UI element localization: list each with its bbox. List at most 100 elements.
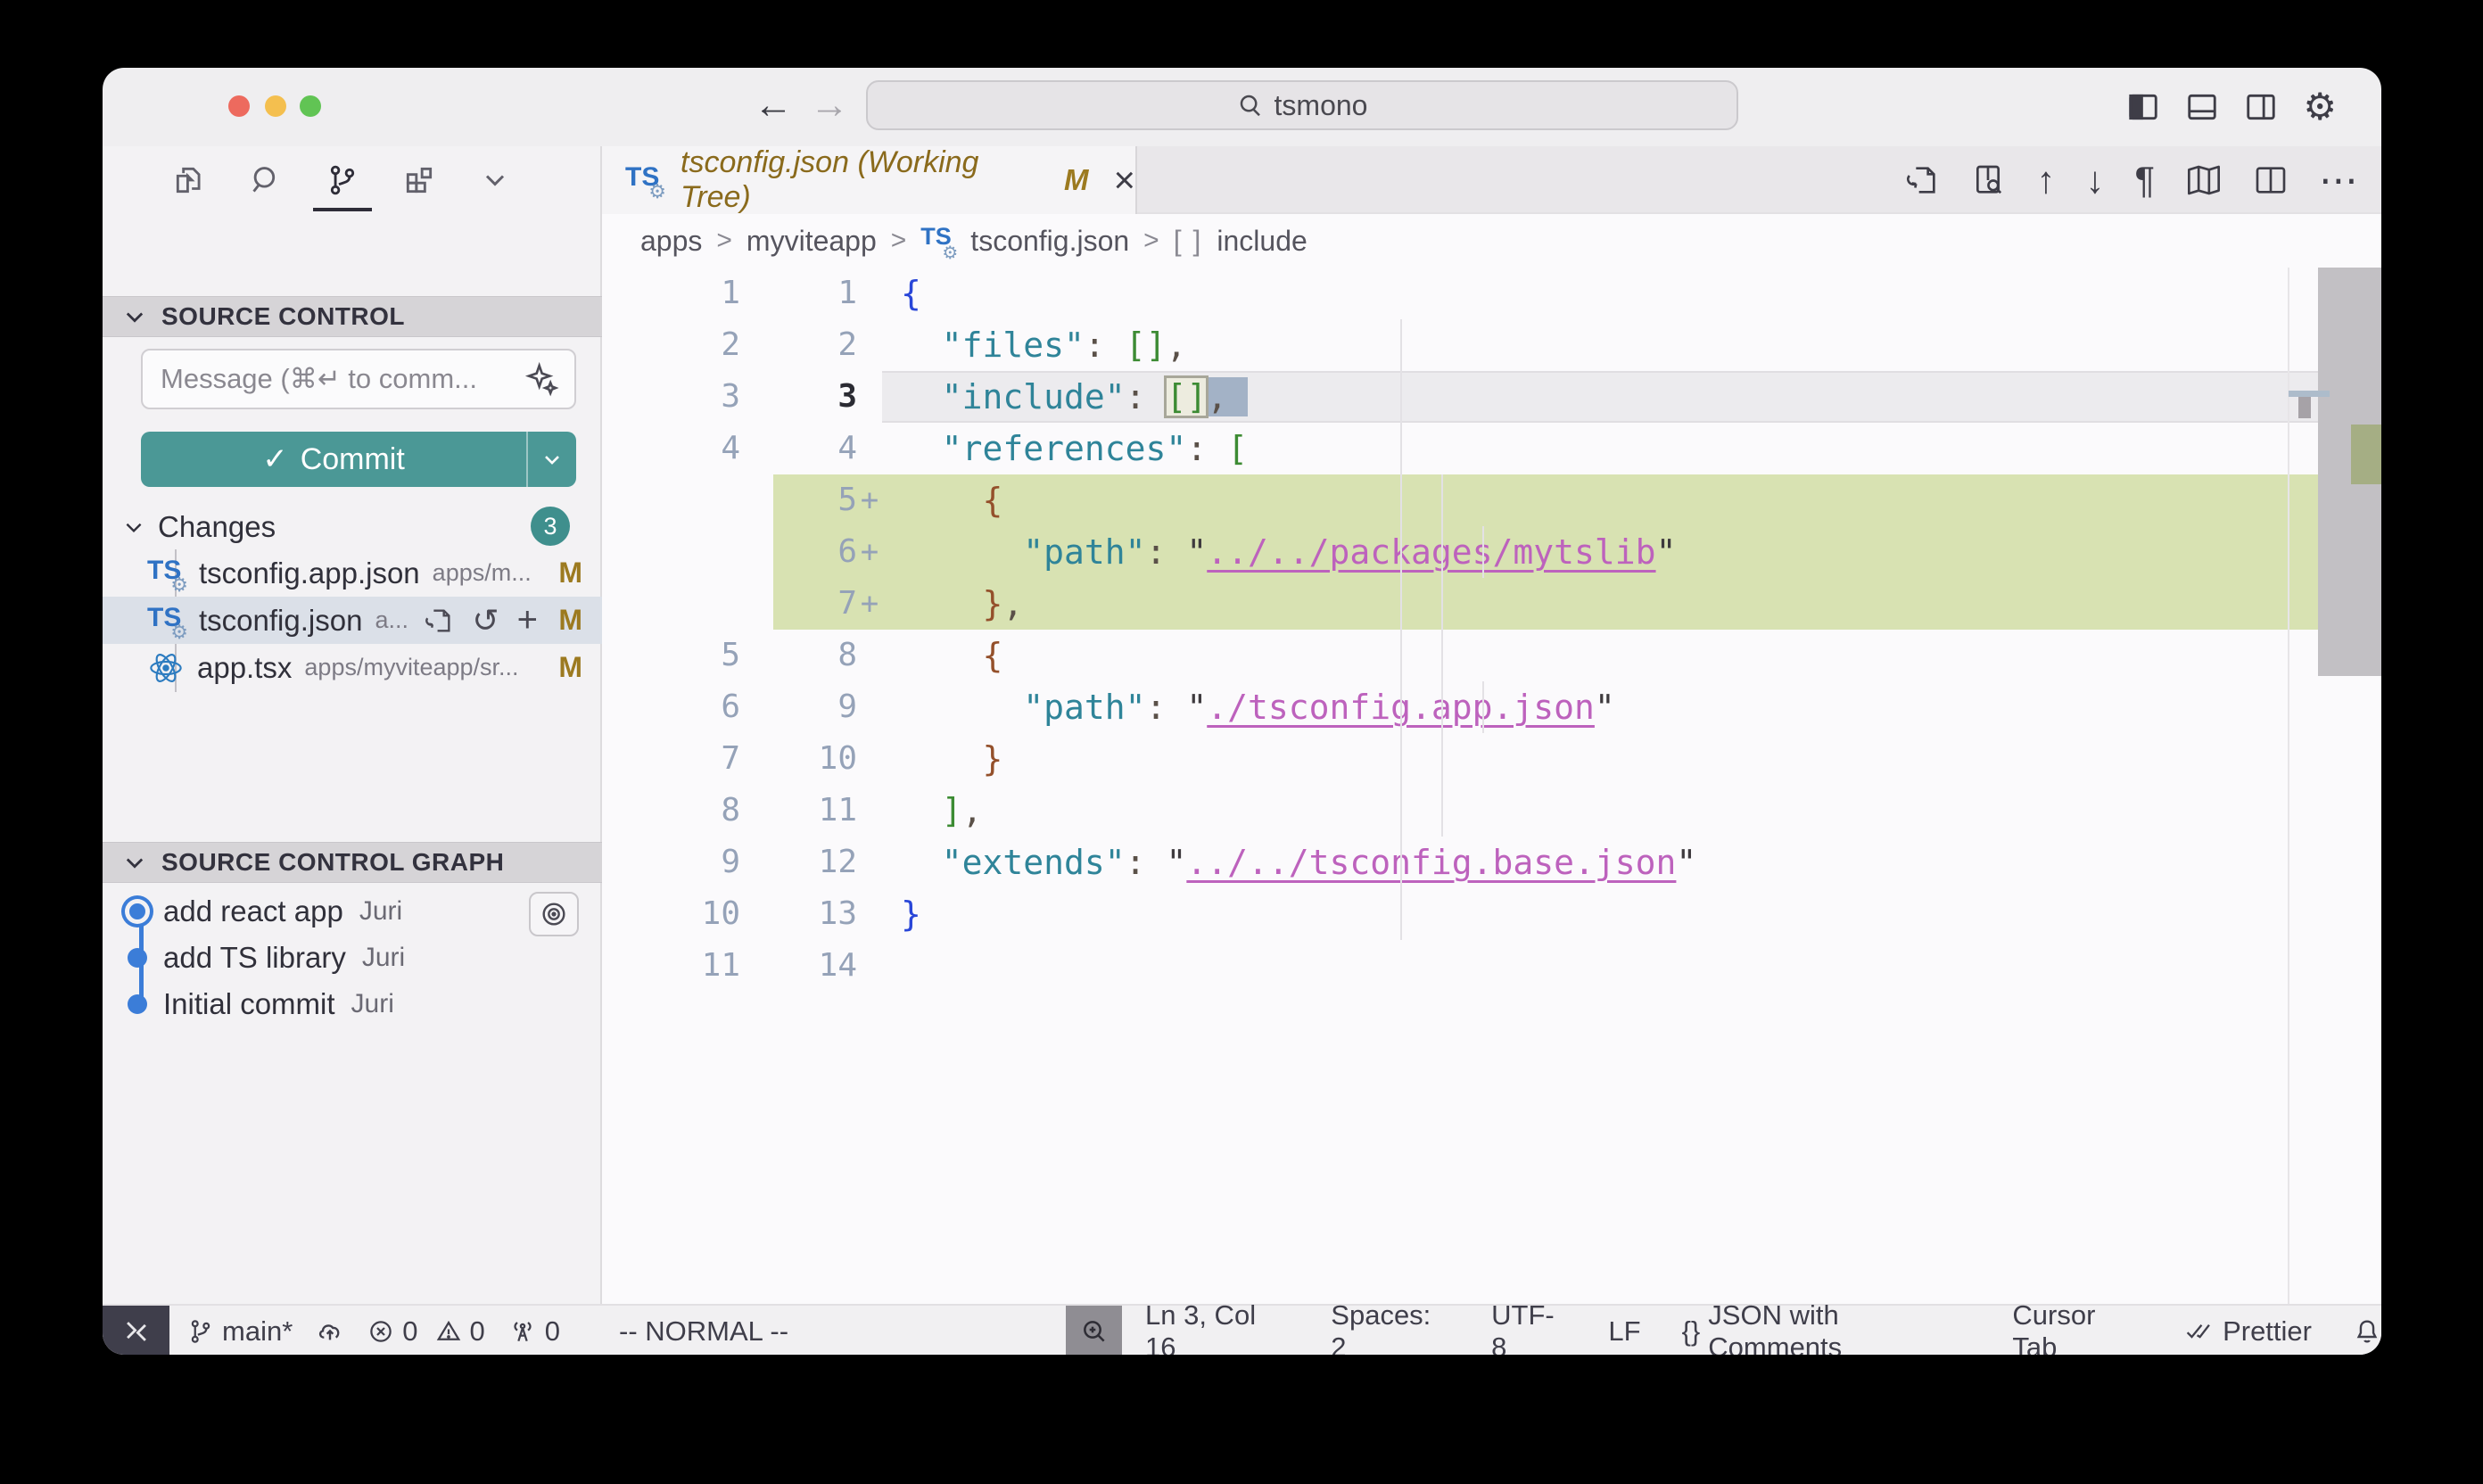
added-line-plus xyxy=(857,681,882,733)
added-line-plus xyxy=(857,837,882,888)
explorer-icon[interactable] xyxy=(172,163,206,197)
code-editor[interactable]: 11{22 "files": [],33 "include": [], 44 "… xyxy=(602,268,2381,1304)
added-line-plus: + xyxy=(857,474,882,526)
search-sidebar-icon[interactable] xyxy=(249,163,283,197)
code-line[interactable]: 811 ], xyxy=(602,785,2381,837)
toggle-primary-sidebar-icon[interactable] xyxy=(2126,90,2160,124)
ports-count: 0 xyxy=(545,1315,560,1348)
map-icon[interactable] xyxy=(2185,162,2223,198)
commit-button[interactable]: ✓ Commit xyxy=(141,432,576,487)
settings-gear-icon[interactable]: ⚙ xyxy=(2303,88,2337,126)
breadcrumb-include[interactable]: include xyxy=(1217,225,1307,258)
overview-selection-mark xyxy=(2298,397,2311,418)
indentation-button[interactable]: Spaces: 2 xyxy=(1331,1299,1450,1356)
more-views-chevron-icon[interactable] xyxy=(479,164,511,196)
language-mode-label: JSON with Comments xyxy=(1708,1299,1971,1356)
command-center-search[interactable]: tsmono xyxy=(866,80,1738,130)
tsconfig-file-icon: TS⚙ xyxy=(625,162,664,198)
cursor-tab-button[interactable]: Cursor Tab xyxy=(2012,1299,2143,1356)
open-file-icon[interactable] xyxy=(1904,162,1940,198)
more-actions-icon[interactable]: ⋯ xyxy=(2319,158,2358,203)
goto-commit-target-button[interactable] xyxy=(529,892,579,936)
commit-row[interactable]: Initial commit Juri xyxy=(103,981,602,1027)
commit-author: Juri xyxy=(362,943,405,973)
code-line[interactable]: 7+ }, xyxy=(602,578,2381,630)
commit-message-input[interactable]: Message (⌘↵ to comm... xyxy=(141,349,576,409)
file-path: apps/myviteapp/sr... xyxy=(304,654,518,681)
stage-changes-icon[interactable]: + xyxy=(517,600,538,640)
chevron-down-icon xyxy=(540,447,565,472)
notifications-bell-button[interactable] xyxy=(2353,1317,2381,1346)
breadcrumb-tsconfig-json[interactable]: tsconfig.json xyxy=(970,225,1129,258)
tab-close-icon[interactable]: × xyxy=(1113,159,1135,202)
split-editor-icon[interactable] xyxy=(2253,162,2289,198)
next-change-icon[interactable]: ↓ xyxy=(2085,159,2104,202)
extensions-icon[interactable] xyxy=(402,163,436,197)
old-line-number: 1 xyxy=(602,268,740,319)
commit-message: add TS library xyxy=(163,941,346,975)
discard-changes-icon[interactable]: ↺ xyxy=(472,602,499,639)
code-line[interactable]: 1013} xyxy=(602,888,2381,940)
activity-bar xyxy=(103,146,602,214)
breadcrumb-myviteapp[interactable]: myviteapp xyxy=(747,225,877,258)
open-file-icon[interactable] xyxy=(424,606,454,636)
change-row-app-tsx[interactable]: app.tsx apps/myviteapp/sr... M xyxy=(103,644,602,691)
commit-row[interactable]: add TS library Juri xyxy=(103,935,602,981)
code-line[interactable]: 1114 xyxy=(602,940,2381,992)
old-line-number: 6 xyxy=(602,681,740,733)
code-line[interactable]: 33 "include": [], xyxy=(602,371,2381,423)
breadcrumb-apps[interactable]: apps xyxy=(640,225,702,258)
language-mode-button[interactable]: {} JSON with Comments xyxy=(1682,1299,1972,1356)
code-line[interactable]: 58 { xyxy=(602,630,2381,681)
commit-dropdown-button[interactable] xyxy=(526,432,576,487)
code-line[interactable]: 69 "path": "./tsconfig.app.json" xyxy=(602,681,2381,733)
zoom-indicator-button[interactable] xyxy=(1066,1306,1122,1355)
tab-tsconfig-working-tree[interactable]: TS⚙ tsconfig.json (Working Tree) M × xyxy=(602,146,1137,214)
search-value: tsmono xyxy=(1274,89,1368,122)
previous-change-icon[interactable]: ↑ xyxy=(2036,159,2055,202)
code-line-text: "references": [ xyxy=(882,423,2381,474)
change-row-tsconfig-json[interactable]: TS⚙ tsconfig.json a... ↺ + M xyxy=(103,597,602,644)
problems-button[interactable]: 0 0 xyxy=(367,1315,485,1348)
toggle-whitespace-icon[interactable]: ¶ xyxy=(2134,159,2155,202)
breadcrumb: apps > myviteapp > TS⚙ tsconfig.json > [… xyxy=(602,214,2381,268)
window-maximize-button[interactable] xyxy=(300,95,321,117)
window-minimize-button[interactable] xyxy=(265,95,286,117)
code-line[interactable]: 912 "extends": "../../tsconfig.base.json… xyxy=(602,837,2381,888)
editor-area: TS⚙ tsconfig.json (Working Tree) M × xyxy=(602,146,2381,1304)
navigate-back-button[interactable]: ← xyxy=(754,84,793,127)
source-control-icon[interactable] xyxy=(326,163,359,197)
toggle-secondary-sidebar-icon[interactable] xyxy=(2244,90,2278,124)
source-control-section-header[interactable]: SOURCE CONTROL xyxy=(103,296,602,337)
code-line[interactable]: 5+ { xyxy=(602,474,2381,526)
encoding-button[interactable]: UTF-8 xyxy=(1491,1299,1567,1356)
branch-status-button[interactable]: main* xyxy=(187,1315,293,1348)
search-icon xyxy=(1237,92,1264,119)
eol-button[interactable]: LF xyxy=(1608,1315,1640,1348)
source-control-graph-section-header[interactable]: SOURCE CONTROL GRAPH xyxy=(103,842,602,883)
code-line-text: }, xyxy=(882,578,2381,630)
inline-diff-view-icon[interactable] xyxy=(1970,162,2006,198)
ports-button[interactable]: 0 xyxy=(508,1315,560,1348)
toggle-panel-icon[interactable] xyxy=(2185,90,2219,124)
code-line[interactable]: 710 } xyxy=(602,733,2381,785)
formatter-button[interactable]: Prettier xyxy=(2184,1315,2312,1348)
window-close-button[interactable] xyxy=(228,95,250,117)
app-window: ← → tsmono xyxy=(103,68,2381,1355)
cursor-position-button[interactable]: Ln 3, Col 16 xyxy=(1145,1299,1290,1356)
changes-section-header[interactable]: Changes 3 xyxy=(103,507,602,548)
breadcrumb-separator: > xyxy=(716,226,732,256)
tab-modified-badge: M xyxy=(1064,163,1089,197)
code-line[interactable]: 6+ "path": "../../packages/mytslib" xyxy=(602,526,2381,578)
generate-commit-message-sparkle-icon[interactable] xyxy=(524,361,560,397)
modified-badge: M xyxy=(558,604,582,637)
change-row-tsconfig-app-json[interactable]: TS⚙ tsconfig.app.json apps/m... M xyxy=(103,549,602,597)
vim-mode-indicator[interactable]: -- NORMAL -- xyxy=(619,1315,788,1348)
remote-indicator-button[interactable] xyxy=(103,1306,169,1355)
code-line[interactable]: 22 "files": [], xyxy=(602,319,2381,371)
sync-changes-button[interactable] xyxy=(316,1317,344,1346)
navigate-forward-button[interactable]: → xyxy=(810,84,849,127)
code-line[interactable]: 11{ xyxy=(602,268,2381,319)
commit-row[interactable]: add react app Juri xyxy=(103,888,602,935)
code-line[interactable]: 44 "references": [ xyxy=(602,423,2381,474)
